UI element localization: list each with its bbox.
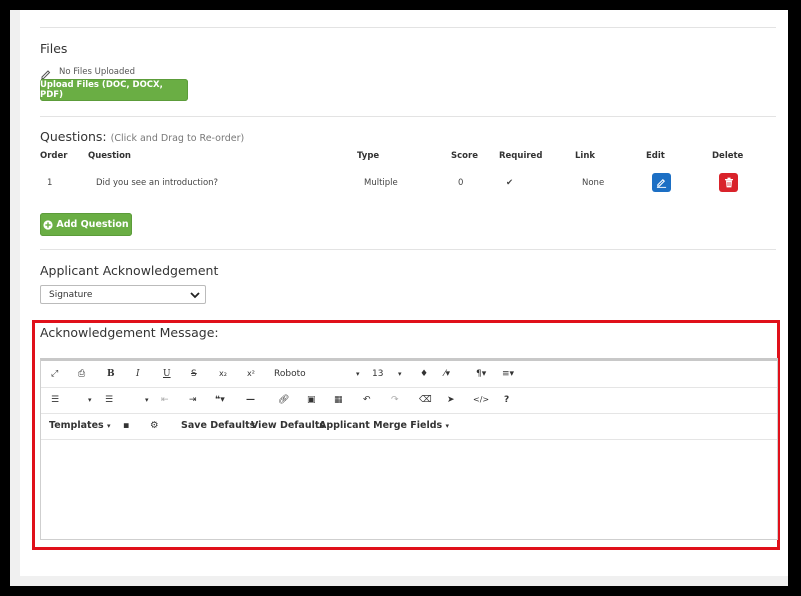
code-view-icon[interactable]: </> [473,394,489,406]
help-icon[interactable]: ? [504,394,509,406]
col-score: Score [451,151,478,161]
ordered-list-icon[interactable]: ☰ [51,394,59,406]
magic-wand-icon[interactable]: ⁄▾ [444,368,450,380]
col-delete: Delete [712,151,744,161]
indent-icon[interactable]: ⇥ [189,394,197,406]
edit-question-button[interactable] [652,173,671,192]
chevron-down-icon[interactable]: ▾ [356,368,360,380]
panel-footer [20,576,788,586]
unordered-list-icon[interactable]: ☰ [105,394,113,406]
italic-icon[interactable]: I [136,368,140,380]
chevron-down-icon: ▾ [445,422,449,430]
questions-hint: (Click and Drag to Re-order) [110,133,245,144]
page-frame: Files No Files Uploaded Upload Files (DO… [10,10,788,586]
outdent-icon[interactable]: ⇤ [161,394,169,406]
row-question: Did you see an introduction? [96,178,219,188]
edit-icon [656,178,667,188]
col-question: Question [88,151,131,161]
chevron-down-icon[interactable]: ▾ [88,394,92,406]
row-type: Multiple [364,178,398,188]
chevron-down-icon[interactable]: ▾ [398,368,402,380]
cursor-icon[interactable]: ➤ [447,394,455,406]
align-icon[interactable]: ≡▾ [502,368,514,380]
link-icon[interactable]: 🔗︎ [278,394,289,406]
form-panel: Files No Files Uploaded Upload Files (DO… [20,10,788,586]
chevron-down-icon[interactable]: ▾ [145,394,149,406]
quote-icon[interactable]: ❝▾ [215,394,225,406]
col-required: Required [499,151,543,161]
divider [40,249,776,250]
acknowledgement-select[interactable]: Signature [40,285,206,304]
view-defaults-button[interactable]: View Defaults [251,420,325,432]
editor-toolbar-row-2: ☰ ▾ ☰ ▾ ⇤ ⇥ ❝▾ — 🔗︎ ▣ ▦ ↶ ↷ ⌫ ➤ </> ? [41,387,777,414]
acknowledgement-message-label: Acknowledgement Message: [40,325,219,340]
table-icon[interactable]: ▦ [334,394,343,406]
font-family-select[interactable]: Roboto [274,368,306,380]
files-status: No Files Uploaded [59,67,136,77]
redo-icon[interactable]: ↷ [391,394,399,406]
superscript-icon[interactable]: x² [247,368,255,380]
subscript-icon[interactable]: x₂ [219,368,227,380]
merge-fields-menu[interactable]: Applicant Merge Fields ▾ [319,420,449,432]
merge-fields-label: Applicant Merge Fields [319,420,443,431]
col-order: Order [40,151,68,161]
font-size-select[interactable]: 13 [372,368,383,380]
templates-menu[interactable]: Templates ▾ [49,420,111,432]
trash-icon [724,177,733,188]
row-order: 1 [47,178,53,188]
save-icon[interactable]: ▪ [123,420,129,432]
horizontal-rule-icon[interactable]: — [246,394,255,406]
acknowledgement-title: Applicant Acknowledgement [40,263,219,278]
templates-label: Templates [49,420,104,431]
editor-content-area[interactable] [41,440,777,539]
acknowledgement-select-value: Signature [49,289,93,300]
underline-icon[interactable]: U [163,368,171,380]
upload-files-button[interactable]: Upload Files (DOC, DOCX, PDF) [40,79,188,101]
image-icon[interactable]: ▣ [307,394,316,406]
plus-circle-icon [43,219,53,230]
add-question-button[interactable]: Add Question [40,213,132,236]
editor-toolbar-row-1: ⤢ ⎙ B I U S x₂ x² Roboto ▾ 13 ▾ ♦ ⁄▾ ¶▾ … [41,361,777,388]
rich-text-editor: ⤢ ⎙ B I U S x₂ x² Roboto ▾ 13 ▾ ♦ ⁄▾ ¶▾ … [40,358,778,540]
col-edit: Edit [646,151,665,161]
strikethrough-icon[interactable]: S [191,368,197,380]
text-color-icon[interactable]: ♦ [420,368,428,380]
chevron-down-icon: ▾ [106,422,111,430]
eraser-icon[interactable]: ⌫ [419,394,432,406]
add-question-label: Add Question [56,219,129,230]
delete-question-button[interactable] [719,173,738,192]
divider [40,27,776,28]
editor-toolbar-row-3: Templates ▾ ▪ ⚙ Save Defaults View Defau… [41,413,777,440]
undo-icon[interactable]: ↶ [363,394,371,406]
col-type: Type [357,151,380,161]
paragraph-icon[interactable]: ¶▾ [476,368,486,380]
row-link: None [582,178,605,188]
required-check-icon: ✔ [506,178,514,188]
questions-title: Questions: (Click and Drag to Re-order) [40,129,244,144]
print-icon[interactable]: ⎙ [78,368,85,380]
row-score: 0 [458,178,464,188]
save-defaults-button[interactable]: Save Defaults [181,420,255,432]
divider [40,116,776,117]
questions-title-text: Questions: [40,129,107,144]
col-link: Link [575,151,596,161]
files-title: Files [40,41,68,56]
bold-icon[interactable]: B [107,368,115,380]
fullscreen-icon[interactable]: ⤢ [51,368,58,380]
gear-icon[interactable]: ⚙ [150,420,159,432]
chevron-down-icon [190,292,200,299]
